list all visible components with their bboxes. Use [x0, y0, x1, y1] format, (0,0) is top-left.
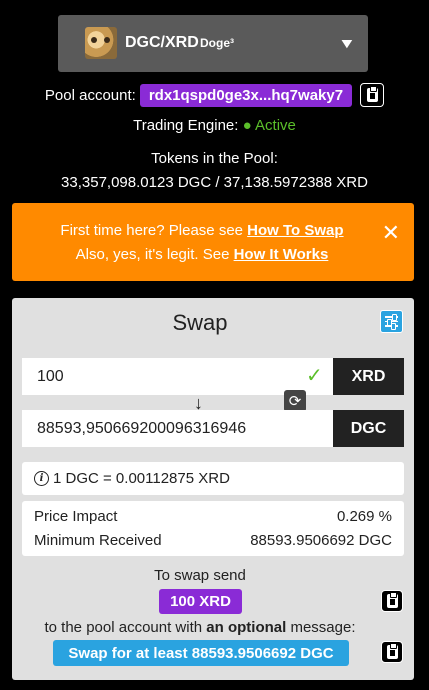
- close-icon[interactable]: ✕: [382, 220, 400, 246]
- pair-subtitle: Doge³: [200, 36, 234, 50]
- token-image: [85, 27, 117, 59]
- send-label: To swap send: [154, 567, 246, 584]
- swap-message[interactable]: Swap for at least 88593.9506692 DGC: [53, 640, 349, 666]
- clipboard-icon: [386, 643, 398, 659]
- message-label-post: message:: [286, 619, 356, 636]
- swap-title: Swap: [172, 310, 228, 335]
- copy-message-button[interactable]: [381, 641, 403, 663]
- price-impact-row: Price Impact 0.269 %: [34, 508, 392, 525]
- to-amount-input[interactable]: [22, 410, 333, 447]
- clipboard-icon: [366, 86, 378, 102]
- swap-details: Price Impact 0.269 % Minimum Received 88…: [22, 501, 404, 556]
- tokens-label: Tokens in the Pool:: [151, 150, 278, 167]
- notice-text-2: Also, yes, it's legit. See: [75, 246, 234, 263]
- copy-address-button[interactable]: [360, 83, 385, 107]
- copy-amount-button[interactable]: [381, 590, 403, 612]
- message-label-bold: an optional: [206, 619, 287, 636]
- pool-account-row: Pool account: rdx1qspd0ge3x...hq7waky7: [0, 82, 429, 108]
- check-icon: ✓: [306, 365, 323, 387]
- tokens-value: 33,357,098.0123 DGC / 37,138.5972388 XRD: [61, 174, 368, 191]
- from-row: ✓ XRD: [22, 358, 404, 395]
- from-token[interactable]: XRD: [333, 358, 404, 395]
- notice-line-2: Also, yes, it's legit. See How It Works: [12, 246, 392, 263]
- info-icon: i: [34, 471, 49, 486]
- message-label-pre: to the pool account with: [44, 619, 207, 636]
- settings-sliders-icon[interactable]: [380, 310, 403, 333]
- to-row: DGC: [22, 410, 404, 447]
- pool-account-label: Pool account:: [44, 86, 136, 104]
- price-impact-value: 0.269 %: [336, 508, 392, 525]
- min-received-row: Minimum Received 88593.9506692 DGC: [34, 532, 392, 549]
- exchange-rate: i 1 DGC = 0.00112875 XRD: [22, 462, 404, 495]
- notice-text-1: First time here? Please see: [60, 222, 248, 239]
- min-received-label: Minimum Received: [34, 532, 162, 549]
- message-label: to the pool account with an optional mes…: [12, 619, 388, 636]
- swap-refresh-icon[interactable]: ⟳: [284, 390, 306, 412]
- pair-selector[interactable]: DGC/XRD Doge³ ▼: [58, 15, 368, 72]
- engine-status: Active: [255, 117, 296, 134]
- clipboard-icon: [386, 592, 398, 608]
- first-time-notice: First time here? Please see How To Swap …: [12, 203, 414, 281]
- how-it-works-link[interactable]: How It Works: [234, 246, 329, 263]
- trading-engine-status: Trading Engine: ● Active: [0, 117, 429, 134]
- chevron-down-icon: ▼: [338, 35, 357, 51]
- pool-address[interactable]: rdx1qspd0ge3x...hq7waky7: [139, 83, 353, 107]
- status-dot-icon: ●: [242, 117, 252, 134]
- to-token[interactable]: DGC: [333, 410, 404, 447]
- min-received-value: 88593.9506692 DGC: [250, 532, 392, 549]
- swap-card: Swap ✓ XRD ↓ ⟳ DGC i 1 DGC = 0.00112875 …: [12, 298, 414, 680]
- send-amount[interactable]: 100 XRD: [159, 589, 242, 614]
- notice-line-1: First time here? Please see How To Swap: [12, 222, 392, 239]
- engine-label: Trading Engine:: [133, 117, 239, 134]
- how-to-swap-link[interactable]: How To Swap: [247, 222, 343, 239]
- price-impact-label: Price Impact: [34, 508, 118, 525]
- rate-text: 1 DGC = 0.00112875 XRD: [53, 470, 230, 487]
- pair-name: DGC/XRD: [125, 34, 199, 51]
